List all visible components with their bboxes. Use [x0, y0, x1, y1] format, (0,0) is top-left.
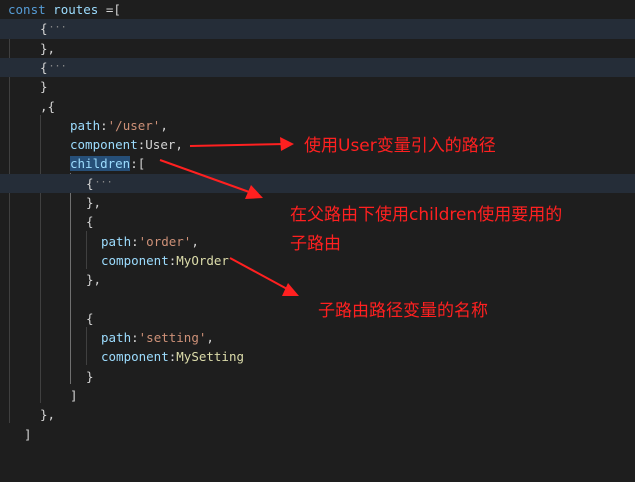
annotation-user-component: 使用User变量引入的路径: [304, 136, 496, 156]
arrow-to-child-component-note: [229, 257, 299, 296]
arrow-to-user-note: [189, 137, 294, 151]
annotation-children-line1: 在父路由下使用children使用要用的: [290, 205, 563, 225]
annotation-child-component: 子路由路径变量的名称: [318, 301, 488, 321]
arrow-to-children-note: [159, 159, 263, 199]
annotation-children-line2: 子路由: [290, 234, 341, 254]
